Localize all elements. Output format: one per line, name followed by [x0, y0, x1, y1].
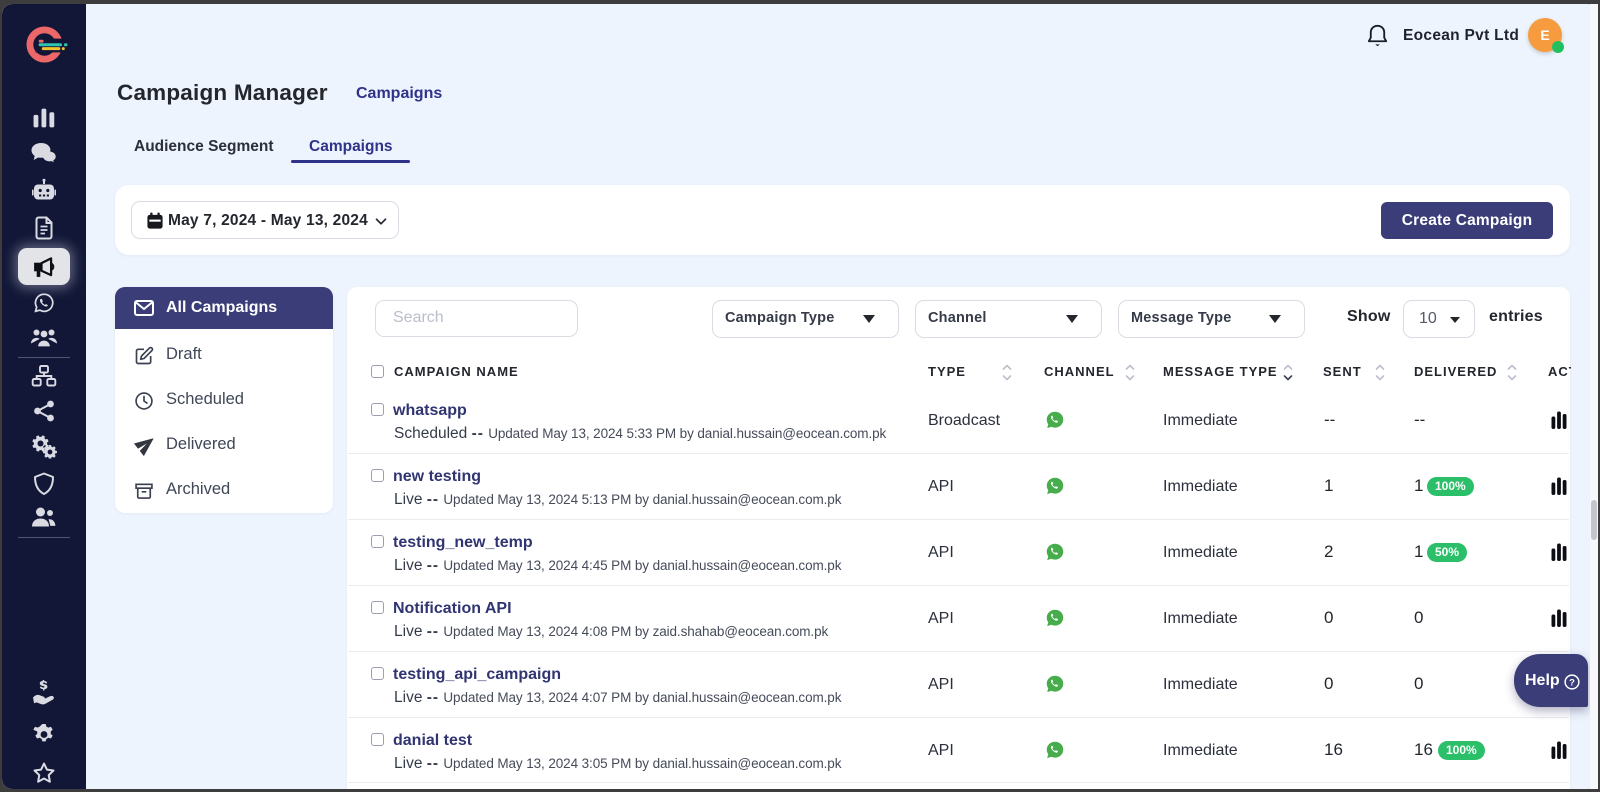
svg-text:?: ?	[1569, 676, 1575, 687]
